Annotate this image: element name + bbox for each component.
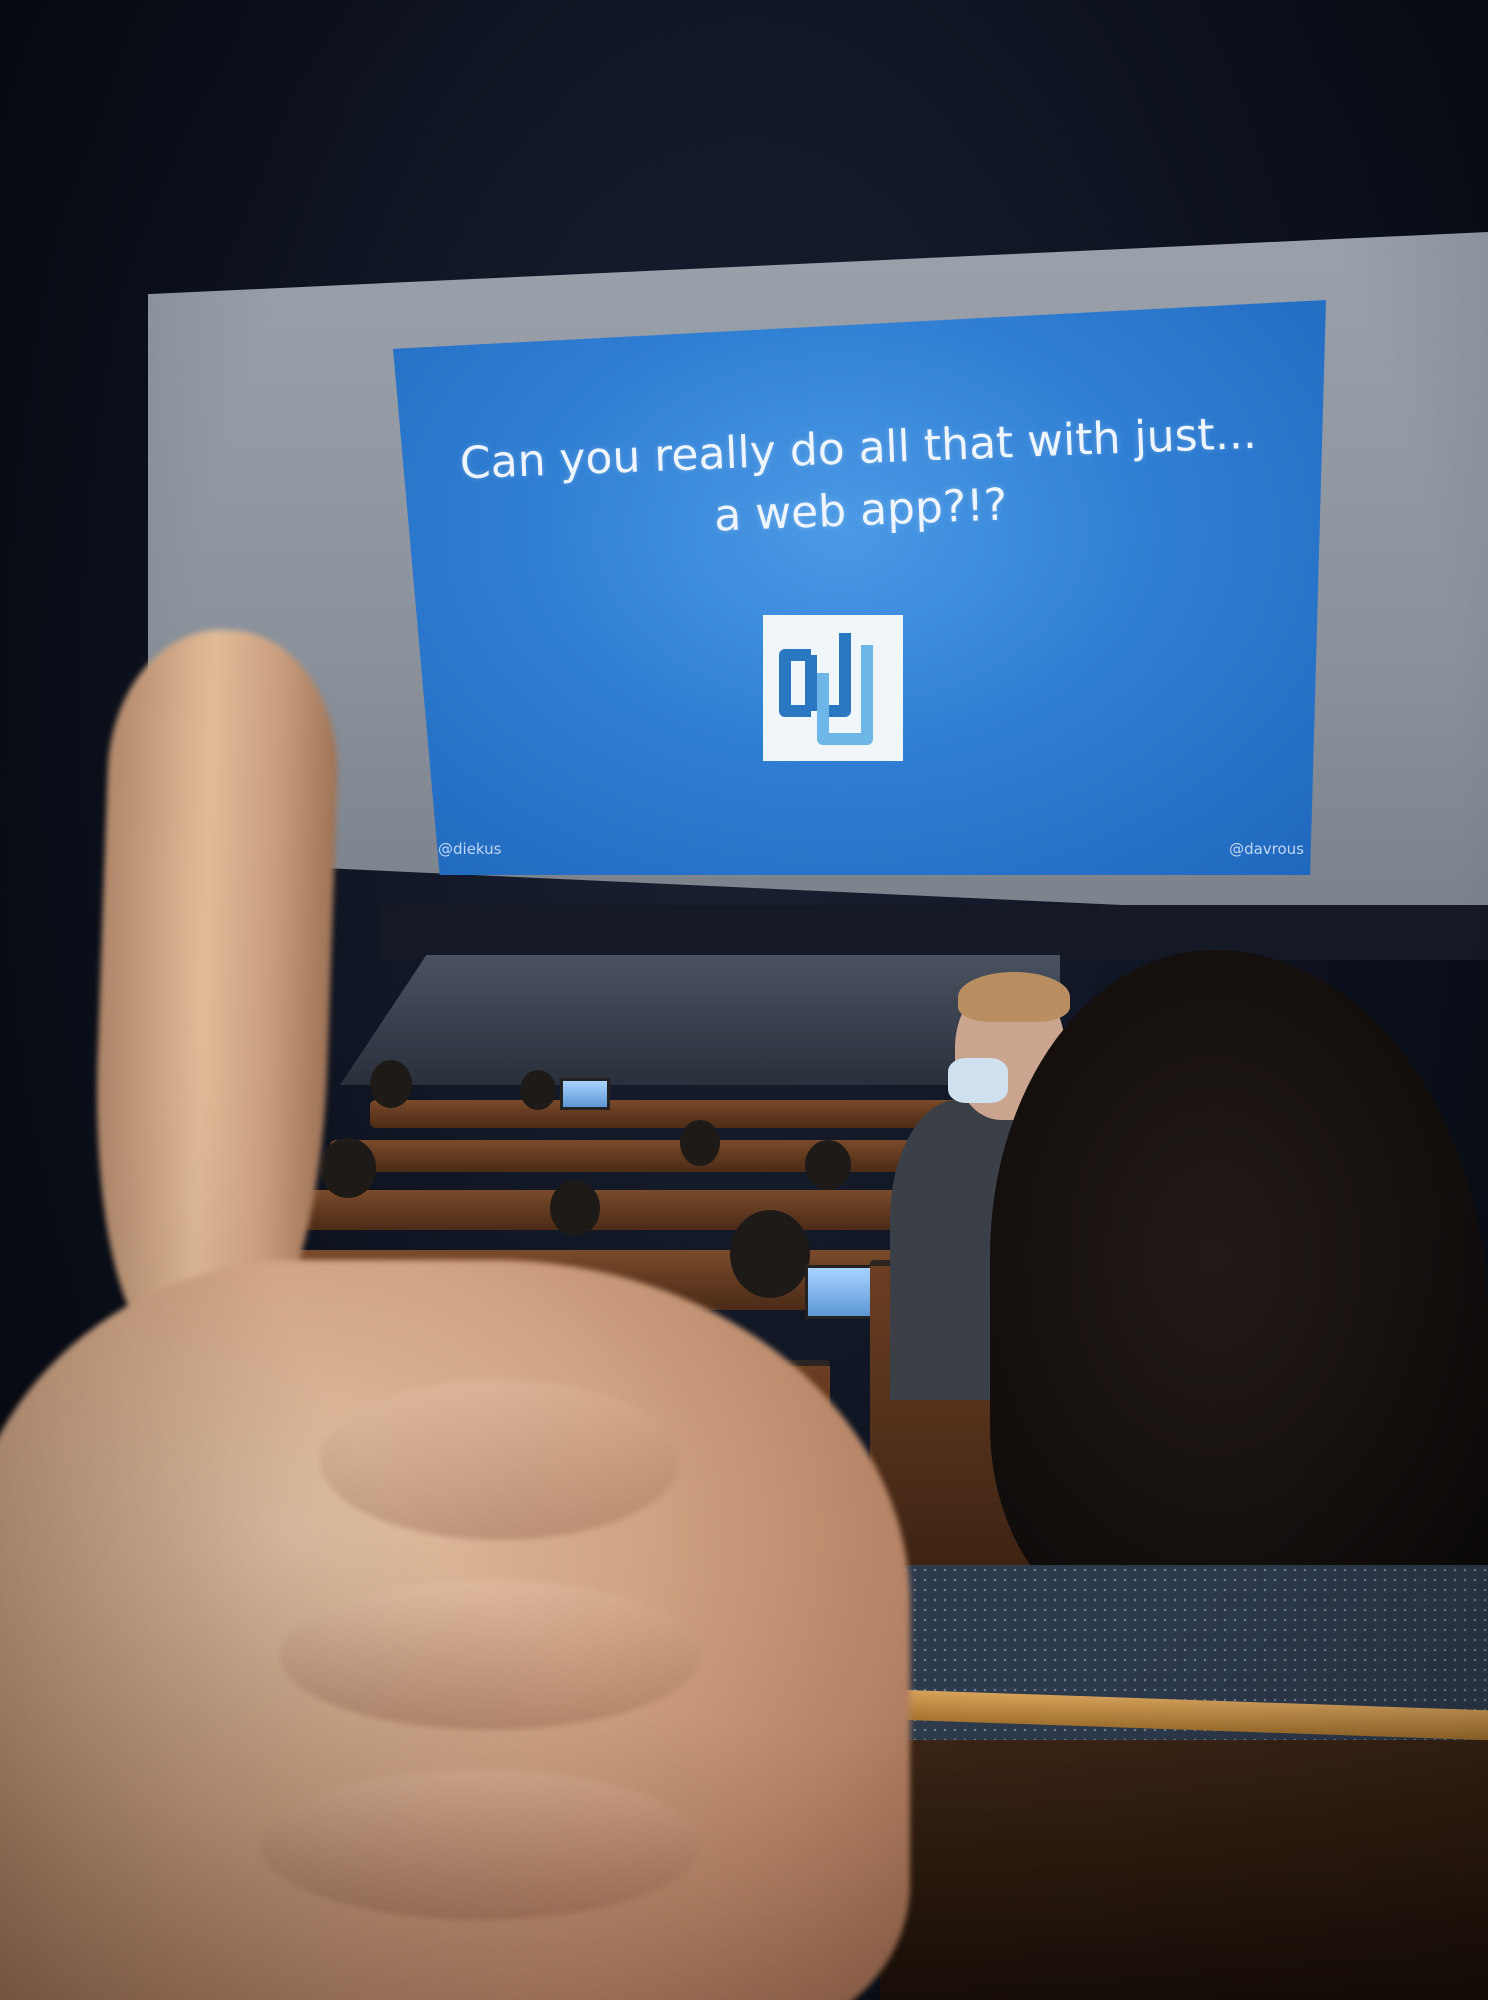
thumbs-up-hand — [0, 620, 960, 2000]
photo-scene: Can you really do all that with just... … — [0, 0, 1488, 2000]
person-hair — [958, 972, 1070, 1022]
seat-back-wood — [880, 1740, 1488, 2000]
knuckle — [320, 1380, 680, 1540]
slide-handle-right: @davrous — [1229, 840, 1304, 858]
thumb — [87, 626, 343, 1354]
knuckle — [280, 1580, 700, 1730]
slide-title: Can you really do all that with just... … — [459, 407, 1258, 542]
knuckle — [260, 1770, 700, 1920]
